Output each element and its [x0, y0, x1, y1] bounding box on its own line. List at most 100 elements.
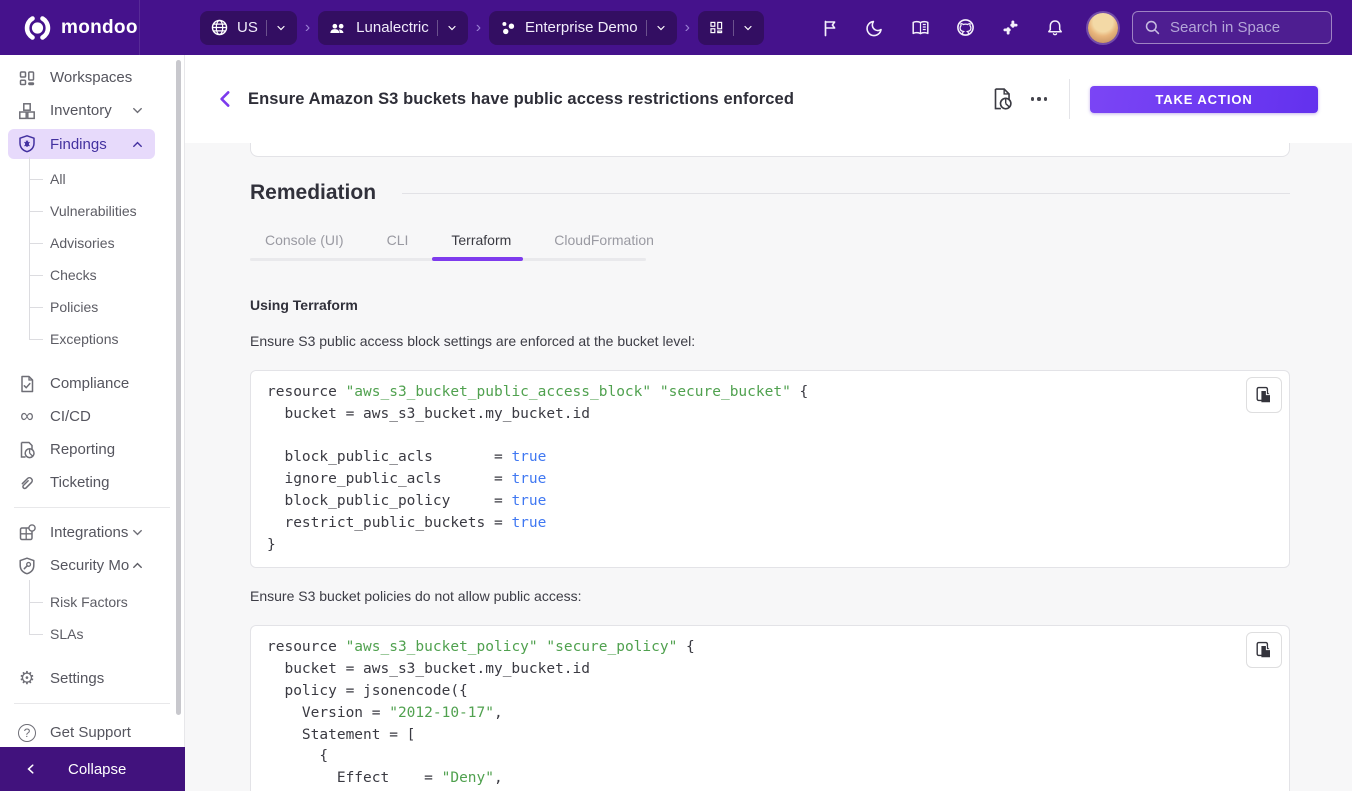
organization-label: Lunalectric	[356, 19, 429, 36]
globe-icon	[210, 18, 229, 37]
sidebar-item-slas[interactable]: SLAs	[0, 618, 184, 650]
subitem-label: Vulnerabilities	[50, 203, 137, 219]
report-icon[interactable]	[987, 84, 1017, 114]
workspaces-icon	[17, 68, 37, 88]
tab-console-ui[interactable]: Console (UI)	[265, 232, 344, 248]
sidebar-item-label: Settings	[50, 670, 184, 687]
settings-gear-icon: ⚙	[17, 669, 37, 689]
sidebar-item-security-monitoring[interactable]: Security Mo...	[0, 549, 184, 582]
pill-divider	[437, 20, 438, 36]
help-question-icon: ?	[17, 723, 37, 743]
chevron-down-icon[interactable]	[446, 22, 458, 34]
sidebar-item-reporting[interactable]: Reporting	[0, 433, 184, 466]
subitem-label: Policies	[50, 299, 98, 315]
finding-detail-content: Remediation Console (UI) CLI Terraform C…	[185, 143, 1352, 791]
sidebar-item-label: Findings	[50, 136, 130, 153]
chevron-left-icon	[24, 762, 38, 776]
more-options-icon[interactable]	[1031, 97, 1048, 101]
sidebar-item-integrations[interactable]: Integrations	[0, 516, 184, 549]
tab-cloudformation[interactable]: CloudFormation	[554, 232, 654, 248]
chevron-up-icon	[130, 558, 145, 573]
findings-subnav: All Vulnerabilities Advisories Checks Po…	[0, 159, 184, 359]
copy-code-button[interactable]	[1246, 632, 1282, 668]
docs-book-icon[interactable]	[909, 17, 931, 39]
security-monitoring-icon	[17, 556, 37, 576]
breadcrumb-separator: ›	[305, 19, 310, 37]
using-terraform-heading: Using Terraform	[250, 297, 1290, 313]
page-title: Ensure Amazon S3 buckets have public acc…	[248, 90, 794, 109]
integrations-icon	[17, 523, 37, 543]
tab-terraform[interactable]: Terraform	[451, 232, 511, 248]
subitem-label: Risk Factors	[50, 594, 128, 610]
back-button[interactable]	[213, 86, 239, 112]
pill-divider	[646, 20, 647, 36]
topbar-divider	[139, 0, 140, 55]
sidebar-divider	[14, 507, 170, 508]
sidebar-item-label: Security Mo...	[50, 557, 130, 574]
sidebar-item-get-support[interactable]: ? Get Support	[0, 716, 184, 749]
header-divider	[1069, 79, 1070, 119]
sidebar-item-advisories[interactable]: Advisories	[0, 227, 184, 259]
collapse-sidebar-button[interactable]: Collapse	[0, 747, 185, 791]
active-tab-indicator	[432, 257, 523, 261]
sidebar-item-risk-factors[interactable]: Risk Factors	[0, 586, 184, 618]
ticketing-paperclip-icon	[17, 473, 37, 493]
region-selector[interactable]: US	[200, 11, 297, 45]
dark-mode-moon-icon[interactable]	[864, 17, 886, 39]
sidebar-item-vulnerabilities[interactable]: Vulnerabilities	[0, 195, 184, 227]
sidebar-item-policies[interactable]: Policies	[0, 291, 184, 323]
sidebar-item-settings[interactable]: ⚙ Settings	[0, 662, 184, 695]
subitem-label: Advisories	[50, 235, 115, 251]
chevron-down-icon[interactable]	[742, 22, 754, 34]
sidebar-item-compliance[interactable]: Compliance	[0, 367, 184, 400]
github-icon[interactable]	[954, 17, 976, 39]
user-avatar[interactable]	[1088, 13, 1118, 43]
mondoo-logo-icon	[22, 13, 52, 43]
sidebar-item-label: CI/CD	[50, 408, 184, 425]
chevron-down-icon[interactable]	[275, 22, 287, 34]
top-bar: mondoo US › Lunalectric	[0, 0, 1352, 55]
region-label: US	[237, 19, 258, 36]
sidebar-item-label: Ticketing	[50, 474, 184, 491]
space-selector[interactable]: Enterprise Demo	[489, 11, 677, 45]
findings-icon	[17, 134, 37, 154]
pill-divider	[733, 20, 734, 36]
chevron-up-icon	[130, 137, 145, 152]
search-input[interactable]	[1170, 19, 1310, 36]
workspace-grid-icon	[708, 19, 725, 36]
workspace-selector[interactable]	[698, 11, 764, 45]
topbar-actions	[819, 17, 1066, 39]
sidebar-item-exceptions[interactable]: Exceptions	[0, 323, 184, 355]
sidebar-item-ticketing[interactable]: Ticketing	[0, 466, 184, 499]
main-content: Ensure Amazon S3 buckets have public acc…	[185, 55, 1352, 791]
section-rule	[402, 193, 1290, 194]
mondoo-logo[interactable]: mondoo	[0, 13, 139, 43]
sidebar-item-label: Get Support	[50, 724, 184, 741]
inventory-icon	[17, 101, 37, 121]
slack-icon[interactable]	[999, 17, 1021, 39]
scrolled-card-bottom	[250, 143, 1290, 157]
sidebar-item-label: Workspaces	[50, 69, 184, 86]
flag-icon[interactable]	[819, 17, 841, 39]
code-content: resource "aws_s3_bucket_policy" "secure_…	[267, 637, 1273, 790]
subitem-label: Exceptions	[50, 331, 118, 347]
subitem-label: All	[50, 171, 66, 187]
sidebar-item-inventory[interactable]: Inventory	[0, 94, 184, 127]
sidebar-item-checks[interactable]: Checks	[0, 259, 184, 291]
search-icon	[1144, 19, 1161, 36]
take-action-button[interactable]: TAKE ACTION	[1090, 86, 1318, 113]
sidebar-scrollbar[interactable]	[176, 60, 181, 715]
organization-selector[interactable]: Lunalectric	[318, 11, 468, 45]
sidebar-item-cicd[interactable]: ∞ CI/CD	[0, 400, 184, 433]
chevron-down-icon	[130, 525, 145, 540]
tab-cli[interactable]: CLI	[387, 232, 409, 248]
terraform-code-block-2: resource "aws_s3_bucket_policy" "secure_…	[250, 625, 1290, 791]
sidebar-item-workspaces[interactable]: Workspaces	[0, 61, 184, 94]
chevron-down-icon[interactable]	[655, 22, 667, 34]
sidebar-item-all[interactable]: All	[0, 163, 184, 195]
copy-code-button[interactable]	[1246, 377, 1282, 413]
organization-icon	[328, 19, 348, 37]
sidebar-item-findings[interactable]: Findings	[8, 129, 155, 159]
subitem-label: Checks	[50, 267, 97, 283]
notifications-bell-icon[interactable]	[1044, 17, 1066, 39]
